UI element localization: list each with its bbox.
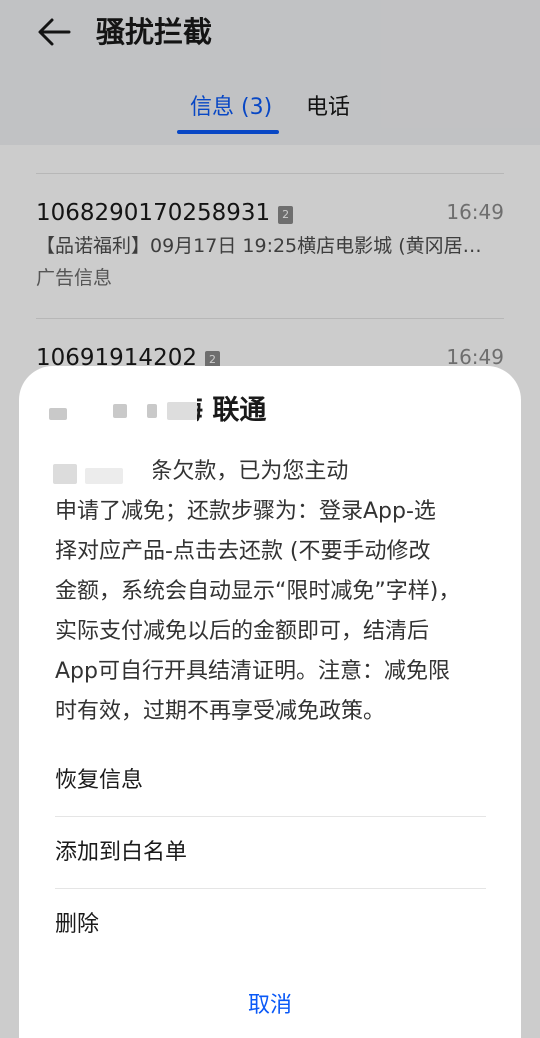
- action-divider: [55, 816, 486, 817]
- add-to-whitelist-button[interactable]: 添加到白名单: [55, 818, 487, 888]
- delete-button[interactable]: 删除: [55, 890, 487, 960]
- app-screen: 骚扰拦截 信息 (3) 电话 1068290170258931 2 16:49 【…: [0, 0, 540, 1038]
- redaction-mask: [49, 394, 197, 430]
- message-action-sheet: 1 040 上海 联通 您的金/白条欠款，已为您主动 申请了减免；还款步骤为：登…: [19, 366, 521, 1038]
- cancel-button[interactable]: 取消: [19, 986, 521, 1026]
- redaction-mask: [45, 456, 153, 492]
- restore-message-button[interactable]: 恢复信息: [55, 746, 487, 816]
- message-body: 您的金/白条欠款，已为您主动 申请了减免；还款步骤为：登录App-选 择对应产品…: [55, 459, 461, 724]
- action-divider: [55, 888, 486, 889]
